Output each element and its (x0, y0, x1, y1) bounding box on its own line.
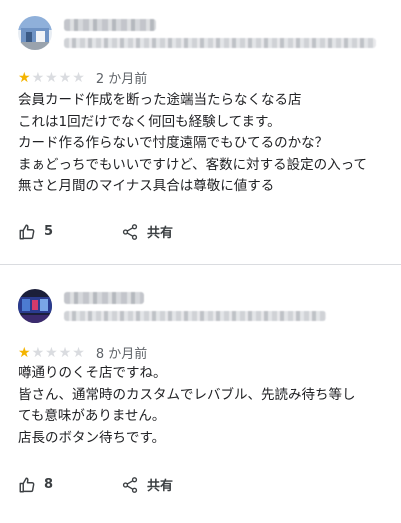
star-icon: ★ (72, 344, 85, 361)
star-icon: ★ (72, 69, 85, 86)
review-actions: 5 共有 (18, 222, 173, 241)
star-rating: ★ ★ ★ ★ ★ (18, 71, 86, 85)
star-icon: ★ (58, 69, 72, 86)
share-icon (121, 476, 139, 494)
star-icon: ★ (45, 69, 58, 86)
review-text: 噂通りのくそ店ですね。 皆さん、通常時のカスタムでレバブル、先読み待ち等し ても… (18, 365, 356, 446)
like-button[interactable]: 8 (18, 476, 53, 494)
star-icon: ★ (45, 344, 58, 361)
reviewer-meta-redacted (64, 38, 376, 48)
review-header (18, 16, 389, 56)
star-icon: ★ (31, 344, 45, 361)
share-label: 共有 (147, 226, 174, 241)
thumb-up-icon (18, 476, 36, 494)
like-count: 8 (44, 477, 54, 492)
thumb-up-icon (18, 223, 36, 241)
review-card: ★ ★ ★ ★ ★ 8 か月前 噂通りのくそ店ですね。 皆さん、通常時のカスタム… (0, 265, 401, 523)
star-icon: ★ (31, 69, 45, 86)
review-card: ★ ★ ★ ★ ★ 2 か月前 会員カード作成を断った途端当たらなくなる店 これ… (0, 0, 401, 264)
share-button[interactable]: 共有 (121, 475, 173, 494)
share-button[interactable]: 共有 (121, 222, 173, 241)
review-header (18, 289, 389, 329)
rating-row: ★ ★ ★ ★ ★ 2 か月前 (18, 68, 148, 88)
review-date: 2 か月前 (95, 72, 148, 87)
star-rating: ★ ★ ★ ★ ★ (18, 346, 86, 360)
reviewer-meta-redacted (64, 311, 326, 321)
share-icon (121, 223, 139, 241)
reviewer-name-redacted[interactable] (64, 292, 144, 304)
star-icon: ★ (58, 344, 72, 361)
review-actions: 8 共有 (18, 475, 173, 494)
share-label: 共有 (147, 479, 174, 494)
like-button[interactable]: 5 (18, 223, 53, 241)
avatar[interactable] (18, 16, 52, 50)
rating-row: ★ ★ ★ ★ ★ 8 か月前 (18, 343, 148, 363)
review-date: 8 か月前 (95, 347, 148, 362)
review-text: 会員カード作成を断った途端当たらなくなる店 これは1回だけでなく何回も経験してま… (18, 92, 367, 194)
avatar[interactable] (18, 289, 52, 323)
like-count: 5 (44, 224, 54, 239)
star-icon: ★ (18, 344, 31, 361)
reviewer-name-redacted[interactable] (64, 19, 156, 31)
star-icon: ★ (18, 69, 31, 86)
